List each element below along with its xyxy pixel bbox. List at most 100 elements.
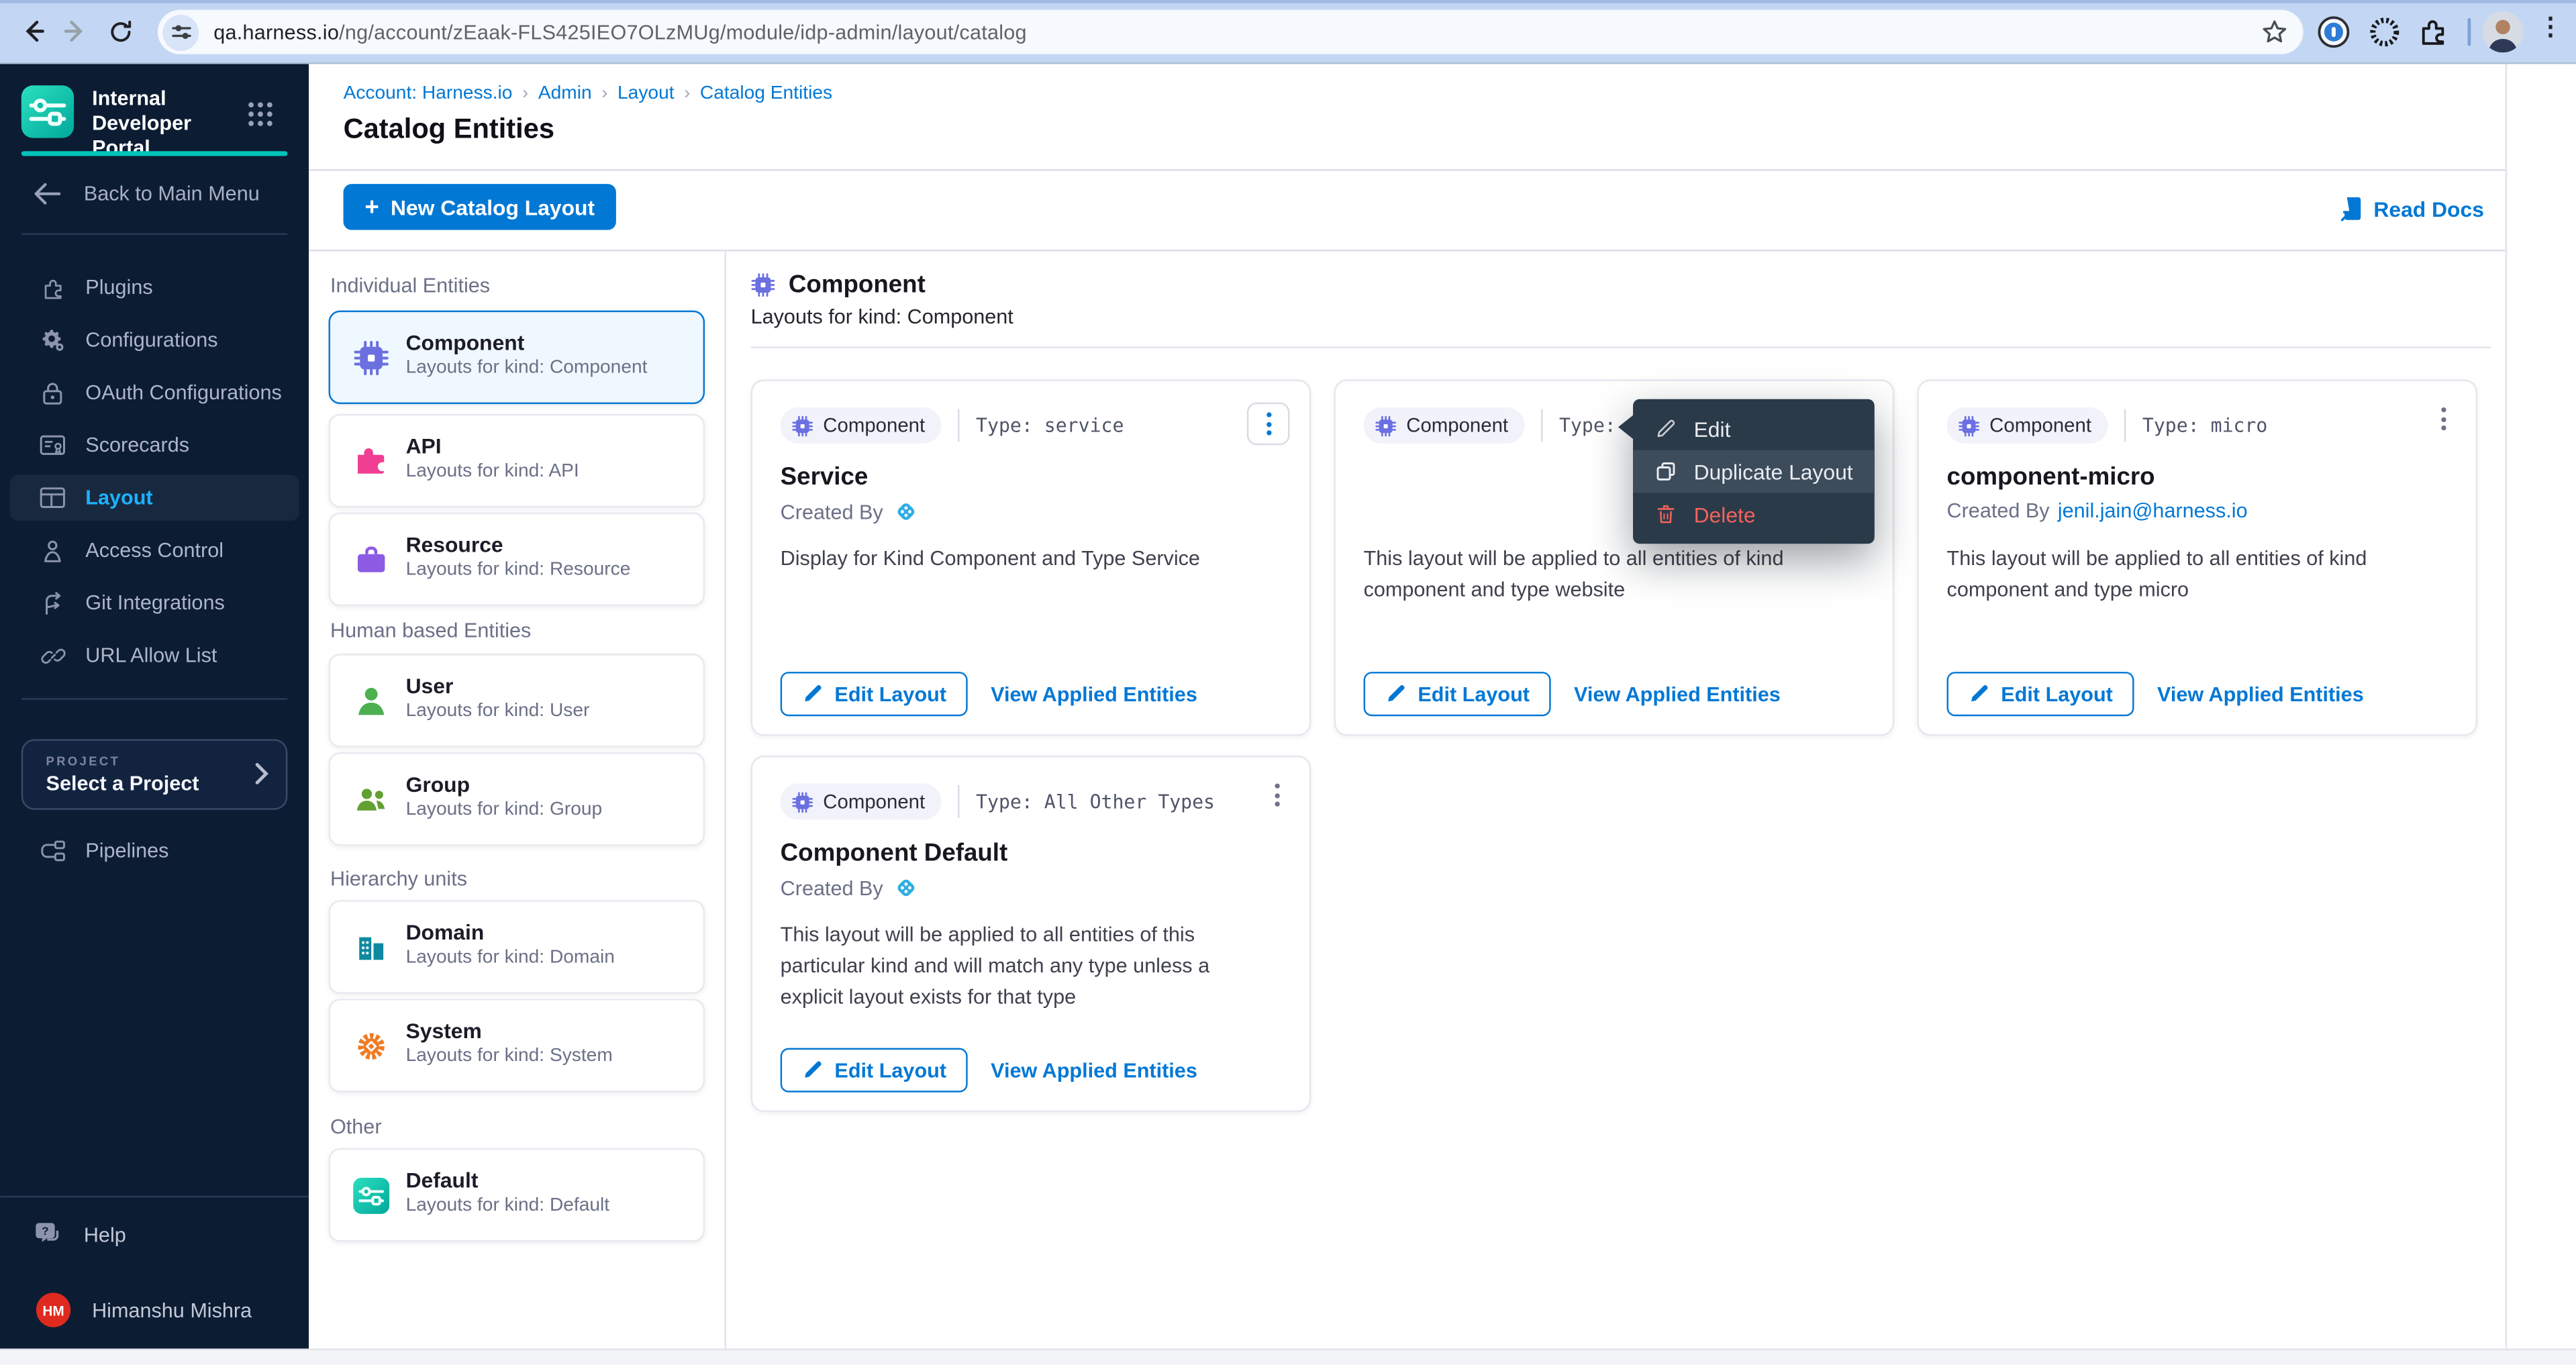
sidebar-divider [0, 1196, 309, 1197]
sidebar-item-plugins[interactable]: Plugins [10, 264, 299, 311]
api-puzzle-icon [353, 444, 389, 480]
sidebar: Internal Developer Portal Back to Main M… [0, 64, 309, 1348]
new-catalog-layout-button[interactable]: + New Catalog Layout [344, 184, 616, 230]
entity-item-api[interactable]: API Layouts for kind: API [329, 414, 705, 508]
screenshot-root: qa.harness.io/ng/account/zEaak-FLS425IEO… [0, 0, 2576, 1365]
card-menu-button[interactable] [1247, 403, 1290, 446]
badge-divider [2124, 409, 2126, 442]
sidebar-item-git-integrations[interactable]: Git Integrations [10, 580, 299, 626]
edit-layout-button[interactable]: Edit Layout [1364, 672, 1551, 716]
breadcrumb-layout[interactable]: Layout [617, 84, 675, 103]
entity-subtitle: Layouts for kind: Resource [406, 560, 631, 580]
created-by-user-link[interactable]: jenil.jain@harness.io [2058, 499, 2248, 522]
component-chip-icon [751, 272, 776, 297]
address-bar[interactable]: qa.harness.io/ng/account/zEaak-FLS425IEO… [158, 10, 2303, 54]
entity-subtitle: Layouts for kind: Component [406, 358, 648, 378]
menu-item-edit[interactable]: Edit [1633, 407, 1875, 450]
system-gear-icon [353, 1028, 389, 1064]
entity-item-group[interactable]: Group Layouts for kind: Group [329, 752, 705, 846]
buildings-icon [353, 929, 389, 966]
edit-layout-label: Edit Layout [2001, 682, 2113, 705]
breadcrumb-catalog-entities[interactable]: Catalog Entities [700, 84, 832, 103]
entity-item-resource[interactable]: Resource Layouts for kind: Resource [329, 513, 705, 607]
menu-item-duplicate-layout[interactable]: Duplicate Layout [1633, 450, 1875, 493]
card-menu-button[interactable] [2441, 407, 2446, 430]
site-settings-button[interactable] [162, 14, 199, 50]
sidebar-item-label: URL Allow List [85, 644, 217, 666]
view-applied-entities-link[interactable]: View Applied Entities [1574, 682, 1781, 705]
person-icon [40, 537, 66, 563]
created-by-row: Created By [781, 876, 918, 901]
breadcrumb-admin[interactable]: Admin [538, 84, 592, 103]
sidebar-item-configurations[interactable]: Configurations [10, 317, 299, 363]
user-menu[interactable]: HM Himanshu Mishra [36, 1293, 252, 1327]
browser-refresh-button[interactable] [100, 11, 140, 51]
sidebar-item-url-allow-list[interactable]: URL Allow List [10, 632, 299, 678]
extensions-puzzle-icon[interactable] [2417, 15, 2450, 48]
group-icon [353, 782, 389, 818]
menu-item-delete[interactable]: Delete [1633, 493, 1875, 536]
git-branch-icon [40, 590, 66, 616]
breadcrumb-separator: › [601, 84, 607, 103]
section-title-individual: Individual Entities [330, 274, 490, 297]
sidebar-item-oauth-configurations[interactable]: OAuth Configurations [10, 370, 299, 416]
read-docs-link[interactable]: Read Docs [2339, 195, 2484, 221]
entity-item-component[interactable]: Component Layouts for kind: Component [329, 311, 705, 405]
sidebar-item-label: Layout [85, 487, 152, 509]
main-content: Account: Harness.io › Admin › Layout › C… [309, 64, 2576, 1348]
entity-item-user[interactable]: User Layouts for kind: User [329, 654, 705, 748]
url-text[interactable]: qa.harness.io/ng/account/zEaak-FLS425IEO… [213, 21, 1027, 44]
edit-layout-button[interactable]: Edit Layout [781, 672, 968, 716]
browser-back-button[interactable] [13, 11, 53, 51]
edit-layout-button[interactable]: Edit Layout [1947, 672, 2134, 716]
view-applied-entities-link[interactable]: View Applied Entities [2157, 682, 2364, 705]
idp-logo [21, 85, 74, 138]
back-to-main-menu[interactable]: Back to Main Menu [33, 183, 260, 205]
kind-badge: Component [781, 407, 942, 444]
card-menu-button[interactable] [1275, 784, 1279, 807]
project-value: Select a Project [46, 772, 199, 795]
entity-item-domain[interactable]: Domain Layouts for kind: Domain [329, 900, 705, 994]
sidebar-item-pipelines[interactable]: Pipelines [10, 828, 299, 874]
card-title: Component Default [781, 840, 1008, 868]
view-applied-entities-link[interactable]: View Applied Entities [991, 1059, 1197, 1082]
entity-item-system[interactable]: System Layouts for kind: System [329, 999, 705, 1093]
card-title: component-micro [1947, 463, 2155, 491]
created-by-row: Created By [781, 499, 918, 524]
plus-icon: + [364, 193, 379, 221]
edit-layout-button[interactable]: Edit Layout [781, 1048, 968, 1093]
sidebar-item-scorecards[interactable]: Scorecards [10, 422, 299, 468]
pencil-icon [1968, 683, 1989, 705]
entity-subtitle: Layouts for kind: Domain [406, 948, 615, 967]
component-chip-icon [1375, 415, 1397, 436]
view-applied-entities-link[interactable]: View Applied Entities [991, 682, 1197, 705]
pencil-icon [1652, 417, 1677, 440]
harness-logo-icon [893, 876, 918, 901]
browser-forward-button[interactable] [56, 11, 95, 51]
breadcrumb-separator: › [684, 84, 690, 103]
app-grid-icon[interactable] [246, 100, 275, 128]
loading-extension-icon[interactable] [2367, 15, 2401, 49]
sidebar-item-layout[interactable]: Layout [10, 474, 299, 521]
project-selector[interactable]: PROJECT Select a Project [21, 739, 288, 809]
breadcrumb-account[interactable]: Account: Harness.io [344, 84, 513, 103]
card-actions: Edit Layout View Applied Entities [1364, 672, 1781, 716]
entity-name: Default [406, 1168, 479, 1193]
refresh-icon [107, 19, 132, 44]
menu-item-label: Edit [1694, 416, 1731, 441]
browser-menu-button[interactable]: ⋮ [2538, 11, 2563, 41]
user-name: Himanshu Mishra [92, 1299, 252, 1321]
onepassword-extension-icon[interactable] [2316, 15, 2350, 49]
card-context-menu: Edit Duplicate Layout Delete [1633, 399, 1875, 544]
sidebar-item-help[interactable]: ? Help [33, 1221, 126, 1249]
browser-chrome: qa.harness.io/ng/account/zEaak-FLS425IEO… [0, 0, 2576, 64]
docs-icon [2339, 195, 2364, 221]
harness-logo-icon [893, 499, 918, 524]
profile-avatar[interactable] [2482, 11, 2523, 52]
bookmark-star-button[interactable] [2261, 18, 2289, 46]
entity-item-default[interactable]: Default Layouts for kind: Default [329, 1148, 705, 1242]
sidebar-item-access-control[interactable]: Access Control [10, 527, 299, 574]
breadcrumb: Account: Harness.io › Admin › Layout › C… [344, 84, 832, 103]
sidebar-item-label: Scorecards [85, 434, 189, 456]
url-domain: qa.harness.io [213, 21, 339, 44]
